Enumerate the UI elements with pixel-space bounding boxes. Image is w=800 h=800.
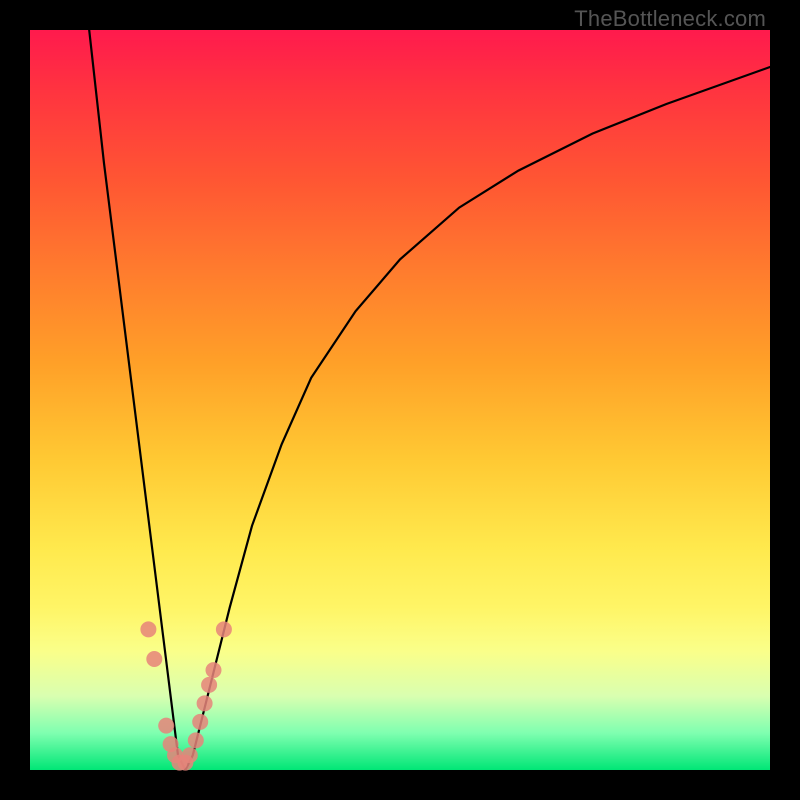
data-point-markers <box>140 621 232 770</box>
data-point-marker <box>216 621 232 637</box>
data-point-marker <box>197 695 213 711</box>
data-point-marker <box>206 662 222 678</box>
attribution-watermark: TheBottleneck.com <box>574 6 766 32</box>
chart-frame: TheBottleneck.com <box>0 0 800 800</box>
data-point-marker <box>201 677 217 693</box>
data-point-marker <box>188 732 204 748</box>
bottleneck-curve <box>89 30 770 770</box>
chart-svg <box>30 30 770 770</box>
data-point-marker <box>146 651 162 667</box>
data-point-marker <box>158 718 174 734</box>
data-point-marker <box>140 621 156 637</box>
plot-area <box>30 30 770 770</box>
data-point-marker <box>192 714 208 730</box>
data-point-marker <box>182 747 198 763</box>
